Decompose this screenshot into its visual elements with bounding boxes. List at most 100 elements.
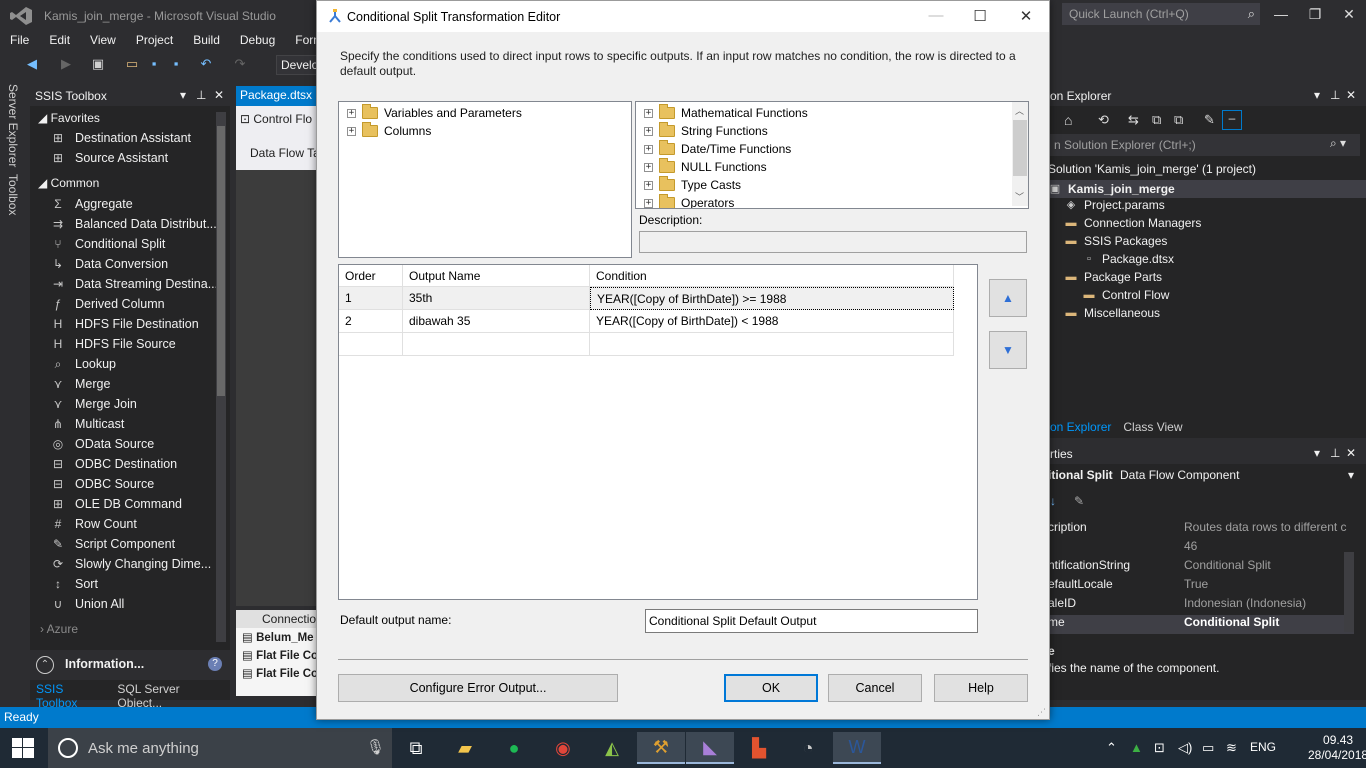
toolbox-item[interactable]: ⊟ ODBC Destination bbox=[50, 454, 228, 474]
tab-class-view[interactable]: Class View bbox=[1117, 418, 1188, 438]
expand-icon[interactable]: + bbox=[644, 126, 653, 136]
save-icon[interactable]: ▪ bbox=[146, 56, 162, 72]
close-icon[interactable]: ✕ bbox=[214, 88, 224, 102]
collapse-all-icon[interactable]: ⧉ bbox=[1152, 112, 1161, 128]
menu-debug[interactable]: Debug bbox=[230, 32, 285, 52]
menu-edit[interactable]: Edit bbox=[39, 32, 80, 52]
battery-icon[interactable]: ▭ bbox=[1202, 740, 1214, 756]
help-button[interactable]: Help bbox=[934, 674, 1028, 702]
information-panel[interactable]: ⌃ Information... ? bbox=[30, 650, 230, 680]
chrome-icon[interactable]: ◉ bbox=[539, 732, 587, 764]
tab-control-flow[interactable]: ⊡ Control Flo bbox=[240, 112, 312, 126]
ok-button[interactable]: OK bbox=[724, 674, 818, 702]
toolbox-item[interactable]: ⋎ Merge Join bbox=[50, 394, 228, 414]
row-output-name-cell[interactable]: 35th bbox=[403, 287, 590, 310]
resize-grip-icon[interactable]: ⋰ bbox=[1037, 707, 1046, 718]
quick-launch-box[interactable]: Quick Launch (Ctrl+Q) ⌕ bbox=[1062, 3, 1260, 25]
project-node[interactable]: ▣ Kamis_join_merge bbox=[1048, 180, 1366, 198]
properties-wrench-icon[interactable]: ✎ bbox=[1204, 112, 1215, 128]
expand-icon[interactable]: + bbox=[644, 108, 653, 118]
tree-node-function-category[interactable]: + Operators bbox=[644, 194, 734, 208]
properties-object-select[interactable]: itional Split Data Flow Component ▾ bbox=[1048, 468, 1360, 488]
menu-project[interactable]: Project bbox=[126, 32, 183, 52]
volume-icon[interactable]: ◁) bbox=[1178, 740, 1192, 756]
tree-node-function-category[interactable]: + String Functions bbox=[644, 122, 768, 140]
toolbox-item[interactable]: H HDFS File Source bbox=[50, 334, 228, 354]
favorites-group[interactable]: ◢ Favorites bbox=[38, 111, 100, 125]
azure-group[interactable]: › Azure bbox=[40, 622, 78, 636]
clock[interactable]: 09.43 28/04/2018 bbox=[1308, 733, 1366, 763]
toolbox-item[interactable]: H HDFS File Destination bbox=[50, 314, 228, 334]
toolbox-item[interactable]: ⑂ Conditional Split bbox=[50, 234, 228, 254]
tab-data-flow[interactable]: Data Flow Ta bbox=[250, 146, 320, 160]
property-row[interactable]: 46 bbox=[1048, 539, 1354, 558]
app-icon[interactable]: ◔ bbox=[784, 732, 832, 764]
toolbox-item[interactable]: ⊟ ODBC Source bbox=[50, 474, 228, 494]
column-header-condition[interactable]: Condition bbox=[590, 265, 954, 287]
toolbox-item[interactable]: ⊞ Destination Assistant bbox=[50, 128, 228, 148]
common-group[interactable]: ◢ Common bbox=[38, 176, 99, 190]
pin-icon[interactable]: ⊥ bbox=[1330, 446, 1340, 460]
open-folder-icon[interactable]: ▭ bbox=[124, 56, 140, 72]
minimize-icon[interactable]: — bbox=[1268, 6, 1294, 22]
tree-item[interactable]: ▬ Control Flow bbox=[1082, 288, 1170, 302]
android-studio-icon[interactable]: ◭ bbox=[588, 732, 636, 764]
switch-views-icon[interactable]: ⇆ bbox=[1128, 112, 1139, 128]
close-icon[interactable]: ✕ bbox=[1011, 7, 1041, 25]
dropdown-icon[interactable]: ▾ bbox=[1314, 446, 1320, 460]
restore-icon[interactable]: ❐ bbox=[1302, 6, 1328, 23]
solution-node[interactable]: Solution 'Kamis_join_merge' (1 project) bbox=[1048, 162, 1256, 176]
toolbox-scroll-thumb[interactable] bbox=[217, 126, 225, 396]
variables-columns-tree[interactable]: + Variables and Parameters + Columns bbox=[338, 101, 632, 258]
default-output-name-input[interactable] bbox=[645, 609, 978, 633]
redo-icon[interactable]: ↷ bbox=[232, 56, 248, 72]
toolbox-item[interactable]: Σ Aggregate bbox=[50, 194, 228, 214]
preview-icon[interactable]: – bbox=[1222, 110, 1242, 130]
row-order-cell[interactable]: 2 bbox=[339, 310, 403, 333]
toolbox-item[interactable]: ƒ Derived Column bbox=[50, 294, 228, 314]
solution-search-input[interactable]: n Solution Explorer (Ctrl+;) ⌕ ▾ bbox=[1048, 134, 1360, 156]
tree-item[interactable]: ▬ Miscellaneous bbox=[1064, 306, 1161, 320]
design-canvas[interactable] bbox=[236, 170, 318, 606]
toolbox-item[interactable]: ↳ Data Conversion bbox=[50, 254, 228, 274]
move-down-button[interactable]: ▼ bbox=[989, 331, 1027, 369]
wifi-icon[interactable]: ≋ bbox=[1226, 740, 1237, 756]
expand-icon[interactable]: + bbox=[347, 108, 356, 118]
solution-configuration-select[interactable]: Develo bbox=[276, 55, 320, 75]
pin-icon[interactable]: ⊥ bbox=[196, 88, 206, 102]
collapse-icon[interactable]: ⌃ bbox=[36, 656, 54, 674]
connection-item[interactable]: ▤ Belum_Me bbox=[236, 628, 318, 646]
properties-scrollbar[interactable] bbox=[1344, 552, 1354, 632]
microphone-icon[interactable]: 🎙︎ bbox=[366, 738, 385, 756]
functions-scrollbar[interactable]: ︿ ﹀ bbox=[1012, 102, 1028, 206]
cancel-button[interactable]: Cancel bbox=[828, 674, 922, 702]
tree-node-function-category[interactable]: + Mathematical Functions bbox=[644, 104, 808, 122]
undo-icon[interactable]: ↶ bbox=[198, 56, 214, 72]
row-condition-cell[interactable]: YEAR([Copy of BirthDate]) >= 1988 bbox=[590, 287, 954, 310]
expand-icon[interactable]: + bbox=[644, 144, 653, 154]
windows-start-icon[interactable] bbox=[12, 738, 34, 758]
toolbox-item[interactable]: ✎ Script Component bbox=[50, 534, 228, 554]
column-header-order[interactable]: Order bbox=[339, 265, 403, 287]
scroll-down-icon[interactable]: ﹀ bbox=[1015, 190, 1024, 203]
tree-node-columns[interactable]: + Columns bbox=[347, 122, 431, 140]
pin-icon[interactable]: ⊥ bbox=[1330, 88, 1340, 102]
property-row[interactable]: efaultLocale True bbox=[1048, 577, 1354, 596]
dropdown-icon[interactable]: ▾ bbox=[180, 88, 186, 102]
spotify-icon[interactable]: ● bbox=[490, 732, 538, 764]
tab-ssis-toolbox[interactable]: SSIS Toolbox bbox=[30, 680, 112, 710]
sync-icon[interactable]: ⟲ bbox=[1098, 112, 1109, 128]
visual-studio-icon[interactable]: ◣ bbox=[686, 732, 734, 764]
network-tray-icon[interactable]: ▲ bbox=[1130, 740, 1143, 755]
tray-app-icon[interactable]: ⊡ bbox=[1154, 740, 1165, 756]
toolbox-item[interactable]: ⟳ Slowly Changing Dime... bbox=[50, 554, 228, 574]
property-row[interactable]: me Conditional Split bbox=[1048, 615, 1354, 634]
tree-item[interactable]: ▬ SSIS Packages bbox=[1064, 234, 1168, 248]
tools-app-icon[interactable]: ⚒ bbox=[637, 732, 685, 764]
row-condition-cell[interactable]: YEAR([Copy of BirthDate]) < 1988 bbox=[590, 310, 954, 333]
toolbox-item[interactable]: ⊞ OLE DB Command bbox=[50, 494, 228, 514]
toolbox-item[interactable]: ⋔ Multicast bbox=[50, 414, 228, 434]
property-row[interactable]: cription Routes data rows to different c bbox=[1048, 520, 1354, 539]
tree-node-function-category[interactable]: + Type Casts bbox=[644, 176, 741, 194]
configure-error-output-button[interactable]: Configure Error Output... bbox=[338, 674, 618, 702]
